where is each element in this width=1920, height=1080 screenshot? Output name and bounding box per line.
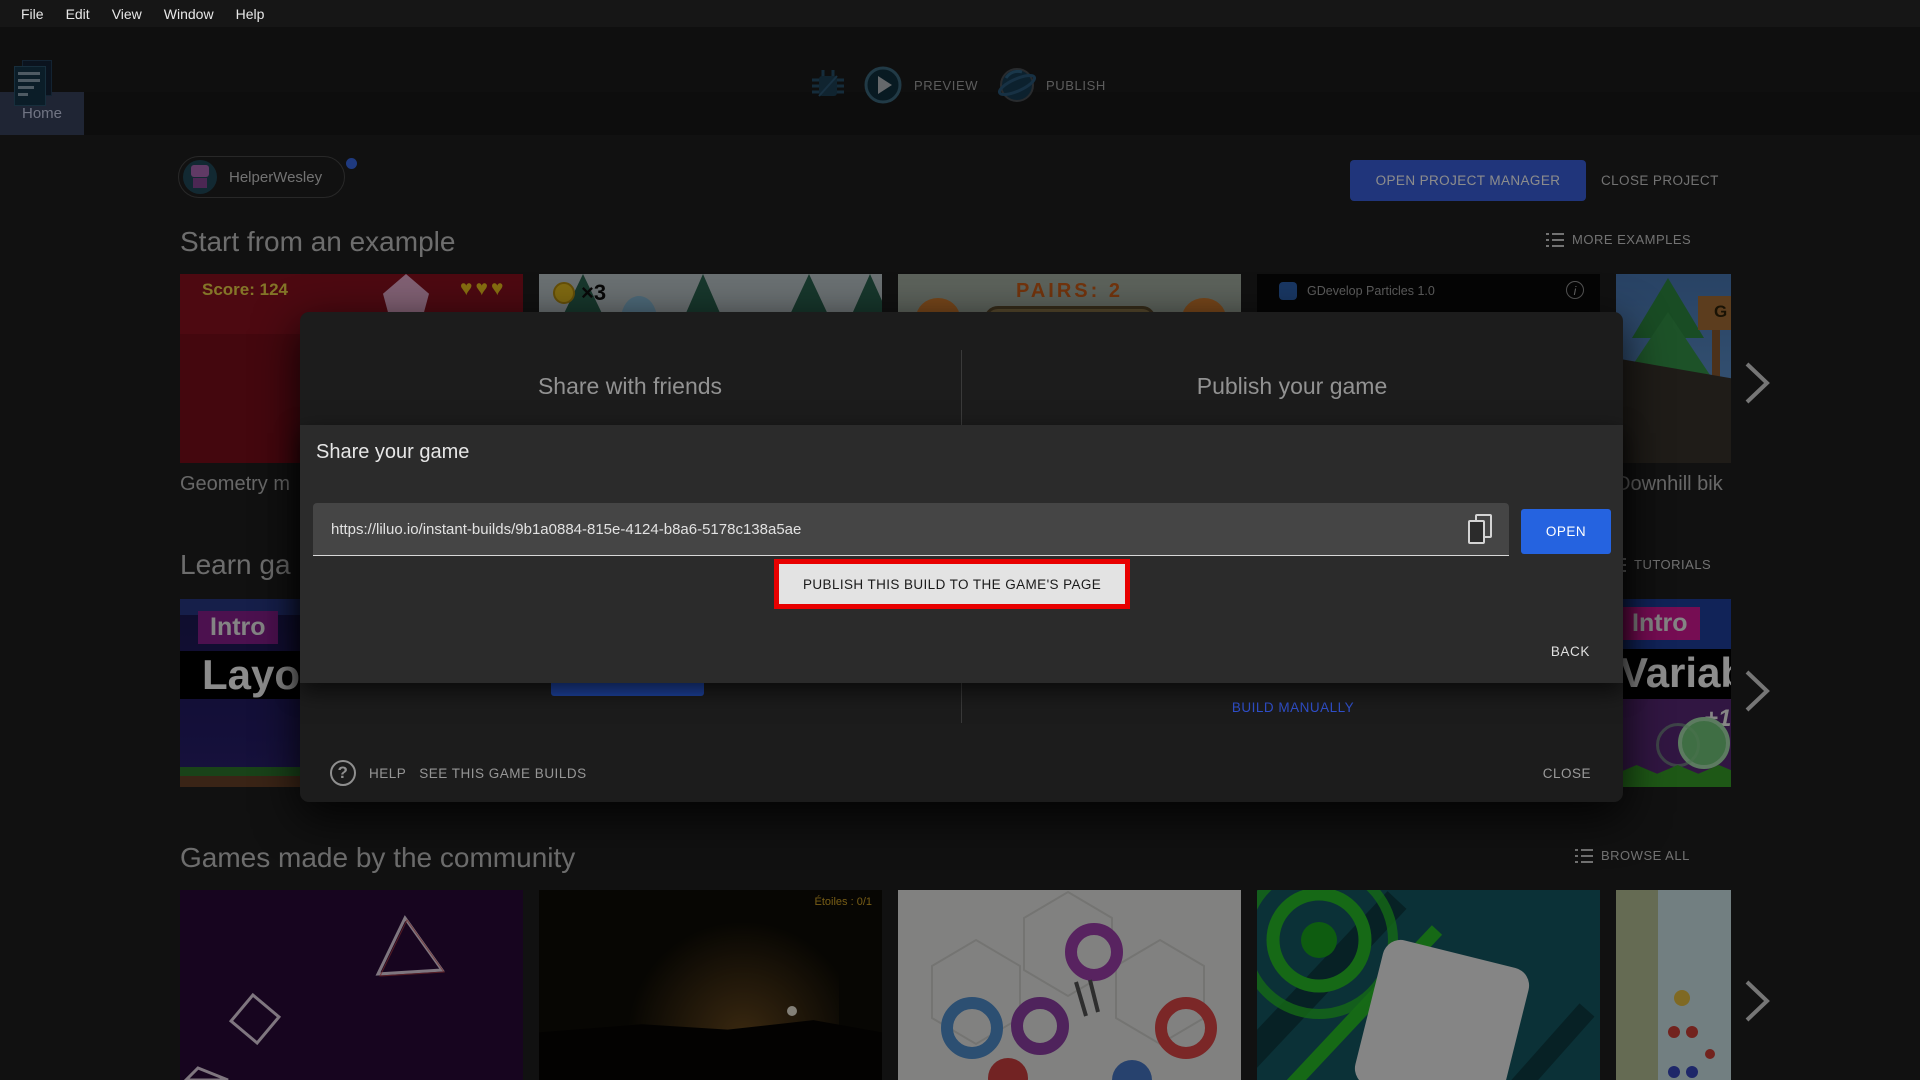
dialog-tab-publish-your-game[interactable]: Publish your game <box>962 312 1622 422</box>
dialog-actions-row: ? HELP SEE THIS GAME BUILDS CLOSE <box>300 744 1623 802</box>
publish-this-build-button[interactable]: PUBLISH THIS BUILD TO THE GAME'S PAGE <box>779 564 1126 604</box>
menu-file[interactable]: File <box>10 6 55 22</box>
menu-window[interactable]: Window <box>153 6 225 22</box>
build-url-field[interactable]: https://liluo.io/instant-builds/9b1a0884… <box>313 503 1509 556</box>
share-panel-title: Share your game <box>316 441 470 463</box>
menu-edit[interactable]: Edit <box>55 6 101 22</box>
build-manually-link[interactable]: BUILD MANUALLY <box>1161 700 1425 715</box>
see-game-builds-button[interactable]: SEE THIS GAME BUILDS <box>419 766 586 781</box>
menu-bar: File Edit View Window Help <box>0 0 1920 27</box>
back-button[interactable]: BACK <box>1551 644 1590 659</box>
export-dialog: Share with friends Publish your game BUI… <box>300 312 1623 802</box>
help-icon[interactable]: ? <box>330 760 356 786</box>
close-dialog-button[interactable]: CLOSE <box>1543 766 1591 781</box>
open-build-button[interactable]: OPEN <box>1521 509 1611 554</box>
help-button[interactable]: HELP <box>369 766 406 781</box>
menu-help[interactable]: Help <box>225 6 276 22</box>
copy-icon[interactable] <box>1468 514 1494 546</box>
dialog-tab-share-with-friends[interactable]: Share with friends <box>300 312 960 422</box>
menu-view[interactable]: View <box>101 6 153 22</box>
gdevelop-window: File Edit View Window Help PREVIEW PUBLI… <box>0 0 1920 1080</box>
share-game-panel: Share your game https://liluo.io/instant… <box>300 425 1623 683</box>
annotation-highlight: PUBLISH THIS BUILD TO THE GAME'S PAGE <box>774 559 1131 609</box>
